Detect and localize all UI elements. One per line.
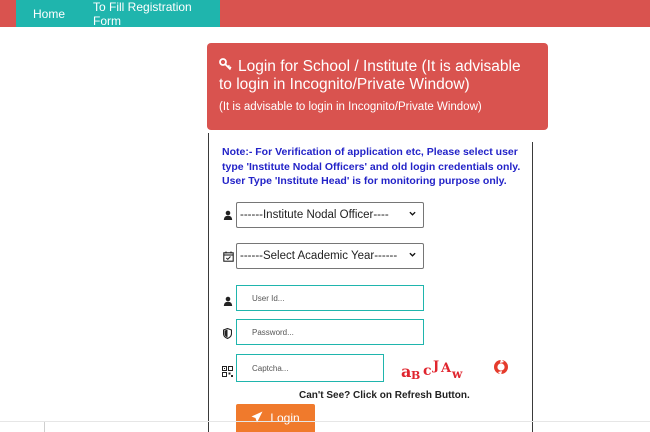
paper-plane-icon [251,411,263,426]
page-divider-tick [44,422,45,432]
captcha-icon [222,366,233,377]
svg-text:c: c [423,363,432,379]
page-divider [0,421,650,422]
svg-text:J: J [432,359,439,374]
nav-home-link[interactable]: Home [33,7,65,21]
nav-menu: Home To Fill Registration Form [16,0,220,28]
top-navbar: Home To Fill Registration Form [0,0,650,28]
user-icon [223,210,233,220]
panel-border-left [208,133,209,432]
svg-text:B: B [411,369,420,382]
user-icon [223,296,233,306]
user-type-selected-value: ------Institute Nodal Officer---- [240,209,389,221]
captcha-glyphs: a B c J A w [401,359,463,382]
captcha-input[interactable] [236,354,384,382]
login-panel-subtitle: (It is advisable to login in Incognito/P… [219,101,482,113]
captcha-help-text: Can't See? Click on Refresh Button. [299,390,470,401]
key-icon [219,57,232,75]
user-id-input[interactable] [236,285,424,311]
shield-icon [222,327,233,340]
login-panel-title: Login for School / Institute (It is advi… [219,58,521,93]
user-type-select[interactable]: ------Institute Nodal Officer---- [236,202,424,228]
chevron-down-icon [409,252,416,257]
academic-year-selected-value: ------Select Academic Year------ [240,250,398,262]
login-panel-header: Login for School / Institute (It is advi… [207,43,548,130]
chevron-down-icon [409,211,416,216]
refresh-icon[interactable] [492,358,510,376]
academic-year-select[interactable]: ------Select Academic Year------ [236,243,424,269]
login-panel-title-row: Login for School / Institute (It is advi… [219,57,536,94]
login-button-label: Login [270,411,300,425]
nav-registration-link[interactable]: To Fill Registration Form [93,0,220,28]
svg-text:A: A [440,361,452,376]
svg-text:a: a [401,362,411,381]
calendar-icon [223,251,234,262]
panel-border-right [532,142,533,432]
svg-text:w: w [451,367,463,381]
verification-note: Note:- For Verification of application e… [222,146,521,187]
captcha-image: a B c J A w [399,358,469,382]
login-button[interactable]: Login [236,404,315,432]
password-input[interactable] [236,319,424,345]
